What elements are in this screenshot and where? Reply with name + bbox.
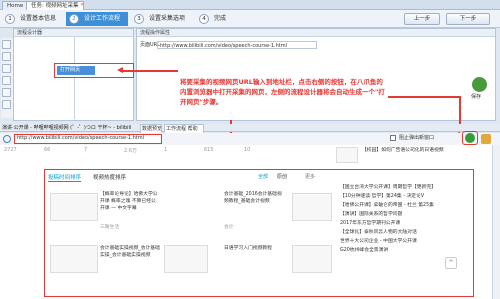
- flow-line: [74, 37, 75, 119]
- loop-tool-icon[interactable]: [2, 40, 11, 49]
- video-thumb[interactable]: [50, 193, 98, 221]
- step-collect-options[interactable]: 3 设置采集选项: [131, 12, 193, 26]
- tab-home[interactable]: Home: [2, 1, 29, 10]
- sort-by-time-tab[interactable]: 投稿时间排序: [48, 173, 82, 182]
- input-tool-icon[interactable]: [2, 76, 11, 85]
- web-page: 2727 66 7 2.6万 1 615 10 【校园】如何广告语公司化的日语视…: [0, 145, 500, 299]
- refresh-tool-icon[interactable]: [2, 100, 11, 109]
- sidebar-top-item[interactable]: 【校园】如何广告语公司化的日语视频: [362, 147, 452, 163]
- arrow-left-head: [117, 67, 123, 73]
- list-item[interactable]: G20杭州峰会全景演讲: [340, 246, 470, 255]
- tab-bar: Home 任务: 视频网址采集 ✕: [0, 0, 500, 10]
- instruction-annotation: 将要采集的视频网页URL输入到地址栏，点击右侧的按钮，在八爪鱼的内置浏览器中打开…: [180, 78, 385, 106]
- click-tool-icon[interactable]: [2, 52, 11, 61]
- list-item[interactable]: 【哈佛公开课】拿破仑的帝国 - 杜兰 第25集: [340, 201, 470, 210]
- browser-address-bar: http://www.bilibili.com/video/speech-cou…: [0, 131, 500, 145]
- list-item[interactable]: 【10分钟速读·哲学】第24集 - 决定论V: [340, 192, 470, 201]
- page-url-input[interactable]: http://www.bilibili.com/video/speech-cou…: [157, 41, 317, 49]
- step-finish[interactable]: 4 完成: [196, 12, 236, 26]
- properties-title: 流程操作属性: [137, 29, 495, 37]
- stats-row: 2727 66 7 2.6万 1 615 10: [4, 147, 251, 154]
- browser-tab-strip: 演讲·公开课 - 哔哩哔哩视频网 (゜-゜)つロ 干杯~ - bilibili …: [0, 124, 500, 134]
- prev-button[interactable]: 上一步: [404, 13, 440, 25]
- save-label: 保存: [471, 94, 482, 100]
- video-meta: 三联生活: [100, 225, 120, 230]
- open-in-browser-icon[interactable]: [465, 133, 475, 143]
- browser-tab-page[interactable]: 演讲·公开课 - 哔哩哔哩视频网 (゜-゜)つロ 干杯~ - bilibili: [2, 124, 138, 132]
- list-item[interactable]: 【演讲】国际关系的哲学问题: [340, 210, 470, 219]
- video-title[interactable]: 【概率论导论】哈佛大学公开课 概率之魂 不算已经公开课 — 中文字幕: [100, 191, 160, 219]
- condition-tool-icon[interactable]: [2, 88, 11, 97]
- wizard-steps: 1 设置基本信息 2 设计工作流程 3 设置采集选项 4 完成 上一步 下一步: [0, 10, 500, 28]
- popup-label: 阻止弹出新窗口: [399, 135, 435, 141]
- arrow-to-node: [120, 70, 178, 72]
- open-page-node[interactable]: 打开网页: [57, 66, 95, 75]
- filter-all[interactable]: 全部: [258, 173, 268, 180]
- sidebar-thumb[interactable]: [336, 147, 358, 163]
- flow-designer-panel: 流程设计器 打开网页: [13, 28, 134, 121]
- filter-original[interactable]: 原创: [277, 173, 287, 180]
- video-thumb[interactable]: [292, 245, 332, 273]
- video-title[interactable]: 会计基础实操视频_会计基础实操_会计基础实操视频: [100, 245, 160, 273]
- video-thumb[interactable]: [50, 245, 98, 273]
- video-thumb[interactable]: [292, 193, 332, 221]
- step-design-workflow[interactable]: 2 设计工作流程: [66, 12, 128, 26]
- step-basic-info[interactable]: 1 设置基本信息: [2, 12, 64, 26]
- list-item[interactable]: 【国立台湾大学公开课】周期哲学【更新完】: [340, 183, 470, 192]
- video-title[interactable]: 日语学习入门视频教程: [224, 245, 286, 273]
- close-tab-icon[interactable]: ✕: [80, 2, 84, 8]
- extract-tool-icon[interactable]: [2, 64, 11, 73]
- popup-checkbox[interactable]: [390, 135, 396, 141]
- refresh-icon[interactable]: [3, 135, 11, 143]
- list-item[interactable]: 2017年东方哲学期刊公开课: [340, 219, 470, 228]
- save-icon[interactable]: [472, 77, 487, 92]
- open-in-browser-highlight: [462, 131, 478, 145]
- sort-by-hot-tab[interactable]: 视频热度排序: [93, 173, 126, 181]
- designer-toolbar: [1, 38, 13, 118]
- address-input[interactable]: http://www.bilibili.com/video/speech-cou…: [14, 134, 162, 144]
- ranking-list: 【国立台湾大学公开课】周期哲学【更新完】 【10分钟速读·哲学】第24集 - 决…: [340, 169, 470, 255]
- video-title[interactable]: 会计基础_2016会计基础视频教程_基础会计视频: [224, 191, 286, 219]
- next-button[interactable]: 下一步: [446, 13, 490, 25]
- back-to-top-icon[interactable]: ^: [445, 257, 457, 269]
- arrow-to-button: [388, 96, 460, 98]
- video-thumb[interactable]: [164, 245, 208, 273]
- filter-more[interactable]: 更多: [305, 173, 315, 180]
- flow-designer-title: 流程设计器: [14, 29, 133, 37]
- properties-panel: 流程操作属性 页面URL http://www.bilibili.com/vid…: [136, 28, 496, 121]
- options-icon[interactable]: [481, 134, 491, 144]
- page-scrollbar[interactable]: [492, 145, 500, 299]
- video-meta: 会计: [224, 225, 234, 230]
- tab-task[interactable]: 任务: 视频网址采集: [26, 1, 84, 10]
- list-item[interactable]: 世界十大公司企业 - 中国大学公开课: [340, 237, 470, 246]
- list-item[interactable]: 【全球化】泰秋风云人物的大陆对话: [340, 228, 470, 237]
